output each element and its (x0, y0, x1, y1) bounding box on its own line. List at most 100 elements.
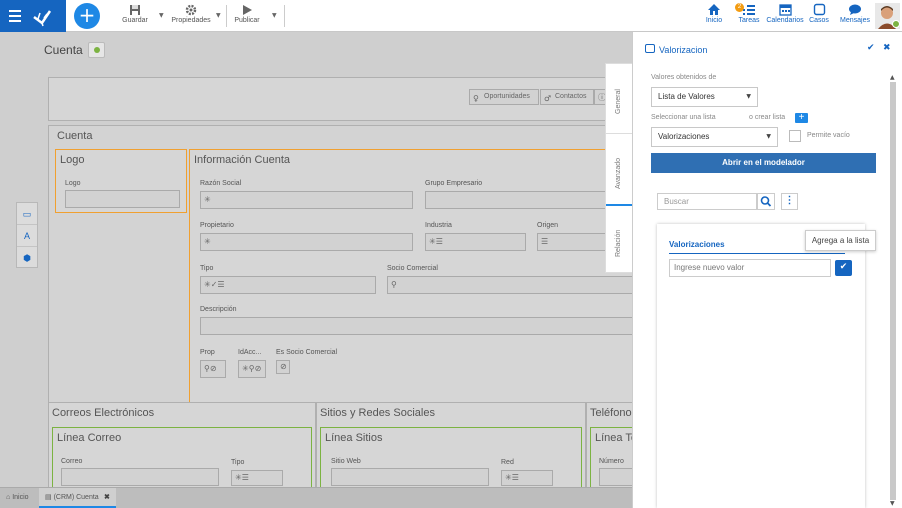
tab-home[interactable]: ⌂ Inicio (0, 488, 38, 508)
nav-home-label: Inicio (705, 17, 723, 24)
razon-social-field[interactable]: ✳ (200, 191, 413, 209)
kebab-icon[interactable]: ⋮ (781, 193, 798, 210)
site-network-label: Red (501, 459, 514, 466)
phone-col-label: Número (599, 458, 624, 465)
check-icon: ✔ (839, 262, 848, 272)
values-from-label: Valores obtenidos de (651, 74, 717, 81)
panel-checkbox-icon[interactable] (645, 44, 655, 53)
logo-box-title: Logo (60, 154, 85, 166)
scroll-down-icon[interactable]: ▼ (890, 500, 895, 507)
opportunities-button[interactable]: ♀ Oportunidades (469, 89, 539, 105)
prop-field[interactable]: ⚲⊘ (200, 360, 226, 378)
es-socio-field[interactable]: ⊘ (276, 360, 290, 374)
site-network-field[interactable]: ✳☰ (501, 470, 553, 486)
site-line-box[interactable]: Línea Sitios Sitio Web Red ✳☰ (320, 427, 582, 488)
properties-button[interactable]: Propiedades (170, 4, 212, 30)
add-list-button[interactable]: + (795, 113, 808, 123)
logo-field[interactable] (65, 190, 180, 208)
phone-line-title: Línea Te (595, 432, 632, 444)
email-field[interactable] (61, 468, 219, 486)
idacc-label: IdAcc... (238, 349, 262, 356)
add-value-button[interactable]: ✔ (835, 260, 852, 276)
values-from-select[interactable]: Lista de Valores ▼ (651, 87, 758, 107)
search-input[interactable]: Buscar (657, 193, 757, 210)
contacts-button[interactable]: ♂ Contactos (540, 89, 594, 105)
descripcion-field[interactable] (200, 317, 632, 335)
email-line-box[interactable]: Línea Correo Correo Tipo ✳☰ (52, 427, 312, 488)
origen-label: Origen (537, 222, 559, 229)
close-icon[interactable]: ✖ (883, 43, 891, 53)
tasks-icon (743, 5, 755, 15)
email-line-title: Línea Correo (57, 432, 122, 444)
emails-section: Correos Electrónicos Línea Correo Correo… (48, 402, 316, 488)
info-box[interactable]: Información Cuenta Razón Social ✳ Grupo … (189, 149, 632, 417)
side-tabs: General Avanzado Relación (605, 63, 634, 274)
tab-cuenta-label: (CRM) Cuenta (53, 494, 99, 501)
plus-icon[interactable]: + (74, 3, 100, 29)
logo-box[interactable]: Logo Logo (55, 149, 187, 213)
site-field[interactable] (331, 468, 489, 486)
logo-label: Logo (65, 180, 81, 187)
panel-scrollbar[interactable]: ▲ ▼ (889, 74, 897, 508)
phone-line-box[interactable]: Línea Te Número (590, 427, 632, 488)
opportunities-label: Oportunidades (484, 93, 530, 100)
values-from-value: Lista de Valores (658, 92, 715, 101)
play-icon (243, 5, 252, 15)
email-type-field[interactable]: ✳☰ (231, 470, 283, 486)
create-list-label: o crear lista (749, 114, 786, 121)
tab-relation[interactable]: Relación (606, 207, 634, 274)
sites-title: Sitios y Redes Sociales (320, 407, 435, 419)
menu-button[interactable] (0, 0, 66, 32)
publish-dropdown-icon[interactable]: ▼ (272, 12, 277, 19)
list-select[interactable]: Valorizaciones ▼ (651, 127, 778, 147)
phone-field[interactable] (599, 468, 632, 486)
nav-messages[interactable]: Mensajes (837, 3, 873, 31)
new-value-input[interactable]: Ingrese nuevo valor (669, 259, 831, 277)
avatar[interactable] (875, 3, 900, 29)
socio-comercial-field[interactable]: ⚲ (387, 276, 632, 294)
search-button[interactable] (757, 193, 775, 210)
allow-empty-checkbox[interactable] (789, 130, 801, 142)
home-icon (708, 4, 720, 15)
tipo-label: Tipo (200, 265, 214, 272)
properties-dropdown-icon[interactable]: ▼ (216, 12, 221, 19)
page-title: Cuenta (44, 43, 83, 57)
grupo-empresario-field[interactable] (425, 191, 632, 209)
nav-tasks[interactable]: 2 Tareas (731, 3, 767, 31)
scrollbar-thumb[interactable] (890, 82, 896, 500)
open-modeler-button[interactable]: Abrir en el modelador (651, 153, 876, 173)
status-indicator[interactable] (88, 42, 105, 58)
cube-icon[interactable]: ⬢ (17, 247, 37, 269)
properties-panel: Valorizacion ✔ ✖ Valores obtenidos de Li… (632, 32, 902, 508)
laptop-icon[interactable]: ▭ (17, 203, 37, 225)
menu-icon (9, 10, 21, 22)
tab-general[interactable]: General (606, 64, 634, 134)
prop-label: Prop (200, 349, 215, 356)
nav-calendars[interactable]: Calendarios (766, 3, 804, 31)
font-icon[interactable]: A (17, 225, 37, 247)
nav-calendars-label: Calendarios (766, 17, 804, 24)
nav-cases[interactable]: Casos (801, 3, 837, 31)
side-tools: ▭ A ⬢ (16, 202, 38, 268)
check-icon[interactable]: ✔ (867, 43, 875, 53)
scroll-up-icon[interactable]: ▲ (890, 74, 895, 81)
tipo-field[interactable]: ✳✓☰ (200, 276, 376, 294)
industria-field[interactable]: ✳☰ (425, 233, 526, 251)
idacc-field[interactable]: ✳⚲⊘ (238, 360, 266, 378)
toolbar-divider (226, 5, 227, 27)
save-dropdown-icon[interactable]: ▼ (159, 12, 164, 19)
chat-icon (849, 4, 861, 15)
site-line-title: Línea Sitios (325, 432, 383, 444)
save-button[interactable]: Guardar (120, 4, 150, 30)
search-icon (760, 196, 772, 207)
propietario-field[interactable]: ✳ (200, 233, 413, 251)
email-type-label: Tipo (231, 459, 245, 466)
tab-cuenta[interactable]: ▤ (CRM) Cuenta ✖ (39, 488, 116, 508)
nav-home[interactable]: Inicio (696, 3, 732, 31)
save-label: Guardar (122, 17, 148, 24)
cases-icon (813, 3, 825, 16)
close-icon[interactable]: ✖ (104, 488, 110, 507)
nav-messages-label: Mensajes (840, 17, 870, 24)
publish-button[interactable]: Publicar (232, 4, 262, 30)
tab-advanced[interactable]: Avanzado (606, 134, 634, 206)
